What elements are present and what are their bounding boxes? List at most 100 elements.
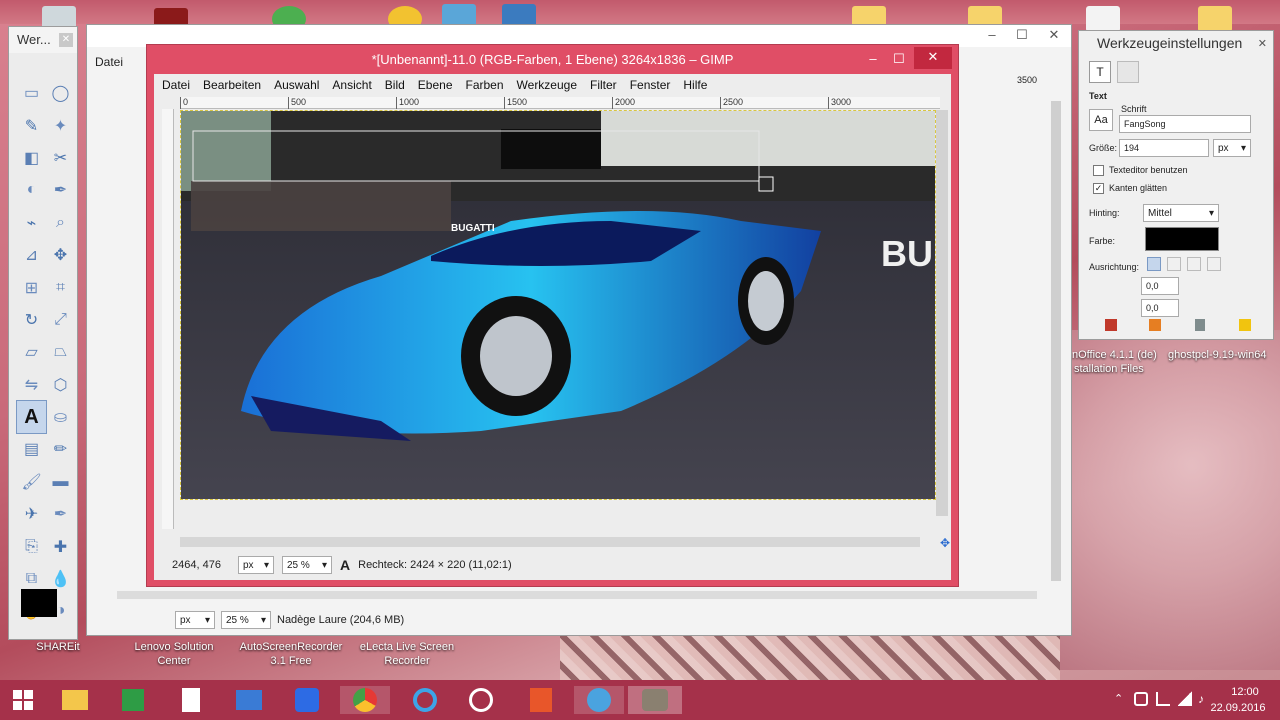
rect-select-icon[interactable]: ▭ [17, 77, 46, 109]
maximize-button[interactable]: ☐ [1007, 25, 1037, 45]
shear-icon[interactable]: ▱ [17, 336, 46, 368]
align-left-button[interactable] [1147, 257, 1161, 271]
desktop-label-openoffice[interactable]: nOffice 4.1.1 (de) [1072, 348, 1157, 362]
pencil-icon[interactable]: ✏ [46, 433, 75, 465]
toolbox-window[interactable]: Wer... ✕ ▭ ◯ ✎ ✦ ◧ ✂ ◐ ✒ ⌁ ⌕ ⊿ ✥ ⊞ ⌗ ↻ ⤢ ▱ ⏢ ⇋ ⬡ A ⛀ ▤ ✏ 🖌 ▬ ✈ ✒ ⎘ ✚ ⧉… [8, 26, 78, 640]
menu-fenster[interactable]: Fenster [630, 78, 671, 92]
flip-icon[interactable]: ⇋ [17, 369, 46, 401]
menu-ansicht[interactable]: Ansicht [332, 78, 371, 92]
desktop-label-installation[interactable]: stallation Files [1074, 362, 1144, 376]
tray-chevron-icon[interactable]: ⌃ [1114, 692, 1123, 705]
minimize-button[interactable]: – [977, 25, 1007, 45]
airbrush-icon[interactable]: ✈ [17, 498, 46, 530]
scissors-icon[interactable]: ✂ [46, 142, 75, 174]
bg-vertical-scrollbar[interactable] [1051, 101, 1061, 581]
menu-bearbeiten[interactable]: Bearbeiten [203, 78, 261, 92]
font-preview-icon[interactable]: Aa [1089, 109, 1113, 131]
close-icon[interactable]: ✕ [59, 33, 73, 47]
menu-farben[interactable]: Farben [466, 78, 504, 92]
lasso-icon[interactable]: ✎ [17, 109, 46, 141]
indent-input[interactable]: 0,0 [1141, 277, 1179, 295]
desktop-label-ghostpcl[interactable]: ghostpcl-9.19-win64 [1168, 348, 1266, 362]
horizontal-scrollbar[interactable] [180, 537, 920, 547]
tray-app-icon[interactable] [1134, 692, 1148, 706]
align-justify-button[interactable] [1207, 257, 1221, 271]
horizontal-ruler[interactable]: 0 500 1000 1500 2000 2500 3000 [180, 97, 940, 109]
perspective-icon[interactable]: ⏢ [46, 336, 75, 368]
tray-signal-icon[interactable] [1178, 690, 1192, 706]
gimp-icon[interactable] [628, 686, 682, 714]
paintbrush-icon[interactable]: 🖌 [17, 466, 46, 498]
windows-start-icon[interactable] [8, 686, 38, 714]
zoom-icon[interactable]: ⌕ [46, 207, 75, 239]
text-tool-tab-icon[interactable]: T [1089, 61, 1111, 83]
measure-icon[interactable]: ⊿ [17, 239, 46, 271]
move-icon[interactable]: ✥ [46, 239, 75, 271]
magic-wand-icon[interactable]: ✦ [46, 109, 75, 141]
hinting-select[interactable]: Mittel ▾ [1143, 204, 1219, 222]
close-icon[interactable]: ✕ [1258, 37, 1267, 50]
shareit-icon[interactable] [466, 686, 496, 714]
close-button[interactable]: ✕ [1037, 25, 1071, 45]
desktop-label-autoscreenrecorder[interactable]: AutoScreenRecorder 3.1 Free [232, 640, 350, 668]
gimp-image-window[interactable]: *[Unbenannt]-11.0 (RGB-Farben, 1 Ebene) … [146, 44, 959, 587]
align-icon[interactable]: ⊞ [17, 271, 46, 303]
close-button[interactable]: ✕ [914, 47, 952, 69]
taskbar-date[interactable]: 22.09.2016 [1208, 702, 1268, 714]
align-center-button[interactable] [1187, 257, 1201, 271]
file-explorer-icon[interactable] [60, 686, 90, 714]
document-icon[interactable] [176, 686, 206, 714]
tool-options-window[interactable]: Werkzeugeinstellungen ✕ T Text Aa Schrif… [1078, 30, 1274, 340]
maxthon-icon[interactable] [292, 686, 322, 714]
clone-icon[interactable]: ⎘ [17, 530, 46, 562]
rotate-icon[interactable]: ↻ [17, 304, 46, 336]
unit-select[interactable]: px ▾ [238, 556, 274, 574]
eraser-icon[interactable]: ▬ [46, 466, 75, 498]
scale-icon[interactable]: ⤢ [46, 304, 75, 336]
ellipse-select-icon[interactable]: ◯ [46, 77, 75, 109]
bg-zoom-select[interactable]: 25 % ▾ [221, 611, 271, 629]
delete-options-icon[interactable] [1195, 319, 1205, 331]
menu-datei[interactable]: Datei [162, 78, 190, 92]
menu-filter[interactable]: Filter [590, 78, 617, 92]
color-select-icon[interactable]: ◧ [17, 142, 46, 174]
text-color-button[interactable] [1145, 227, 1219, 251]
menu-ebene[interactable]: Ebene [418, 78, 453, 92]
menu-werkzeuge[interactable]: Werkzeuge [517, 78, 577, 92]
store-icon[interactable] [118, 686, 148, 714]
desktop-label-lenovo[interactable]: Lenovo Solution Center [128, 640, 220, 668]
tray-network-icon[interactable] [1156, 692, 1170, 706]
align-right-button[interactable] [1167, 257, 1181, 271]
chrome-icon[interactable] [340, 686, 390, 714]
maximize-button[interactable]: ☐ [884, 49, 914, 69]
vertical-scrollbar[interactable] [936, 110, 948, 516]
desktop-label-electa[interactable]: eLecta Live Screen Recorder [352, 640, 462, 668]
bg-unit-select[interactable]: px ▾ [175, 611, 215, 629]
recorder-icon[interactable] [526, 686, 556, 714]
paint-icon[interactable] [574, 686, 624, 714]
foreground-color-swatch[interactable] [21, 589, 57, 617]
text-icon[interactable]: A [16, 399, 47, 435]
crop-icon[interactable]: ⌗ [46, 271, 75, 303]
line-spacing-input[interactable]: 0,0 [1141, 299, 1179, 317]
blend-icon[interactable]: ▤ [17, 433, 46, 465]
bucket-fill-icon[interactable]: ⛀ [46, 401, 75, 433]
image-canvas[interactable]: BU BUGATTI [180, 110, 936, 500]
cage-icon[interactable]: ⬡ [46, 369, 75, 401]
menu-auswahl[interactable]: Auswahl [274, 78, 319, 92]
tray-volume-icon[interactable]: ♪ [1198, 692, 1204, 706]
desktop-label-shareit[interactable]: SHAREit [28, 640, 88, 654]
lenovo-icon[interactable] [234, 686, 264, 714]
menu-bild[interactable]: Bild [385, 78, 405, 92]
navigate-icon[interactable]: ✥ [940, 537, 952, 549]
restore-options-icon[interactable] [1149, 319, 1161, 331]
texteditor-checkbox[interactable] [1093, 165, 1104, 176]
bg-menu-datei[interactable]: Datei [95, 55, 123, 69]
paths-icon[interactable]: ✒ [46, 174, 75, 206]
antialias-checkbox[interactable]: ✓ [1093, 183, 1104, 194]
font-input[interactable]: FangSong [1119, 115, 1251, 133]
internet-explorer-icon[interactable] [410, 686, 440, 714]
zoom-select[interactable]: 25 % ▾ [282, 556, 332, 574]
ink-icon[interactable]: ✒ [46, 498, 75, 530]
desktop-doc-icon[interactable] [1086, 6, 1120, 32]
